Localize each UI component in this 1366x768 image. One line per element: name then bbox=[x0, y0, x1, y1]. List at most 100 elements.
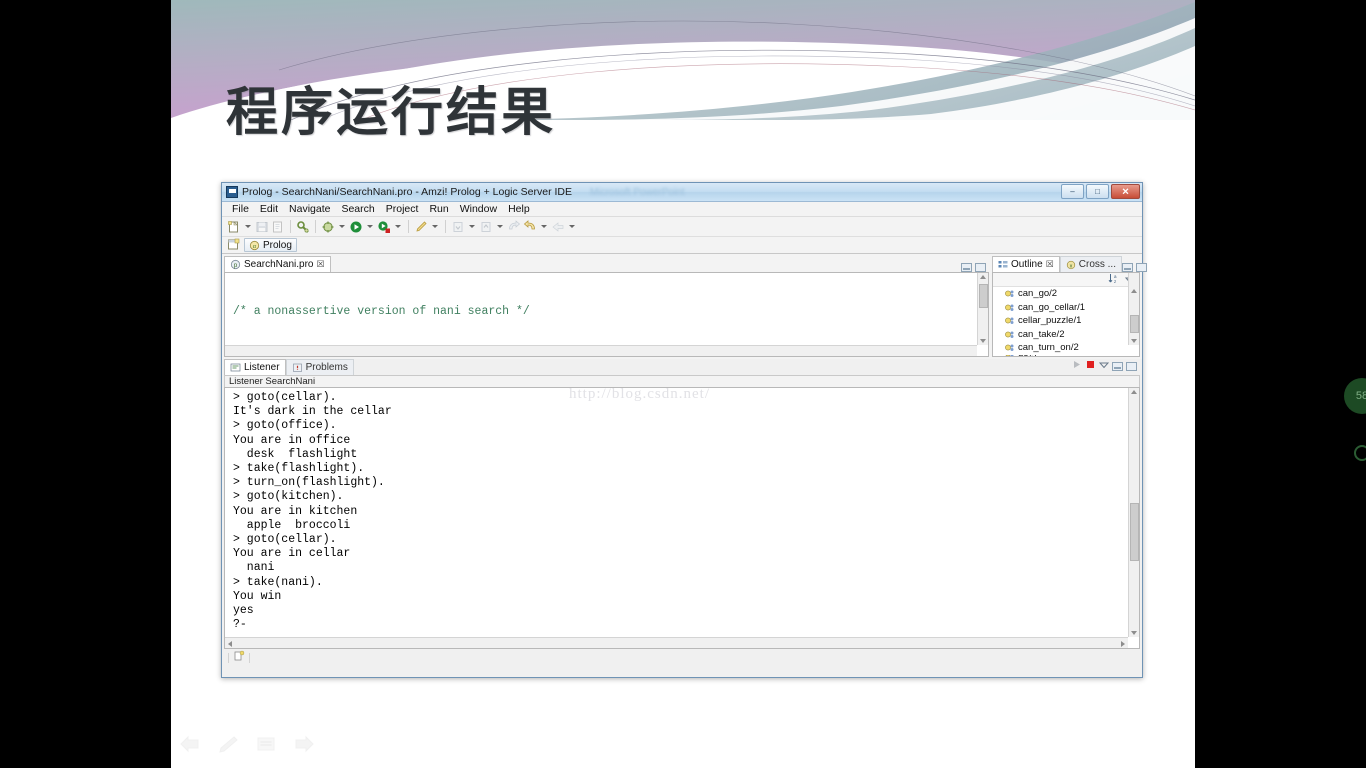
tab-outline[interactable]: Outline ☒ bbox=[992, 256, 1060, 272]
scroll-up-icon[interactable] bbox=[1131, 390, 1137, 394]
last-edit-dropdown-icon[interactable] bbox=[569, 225, 575, 228]
menu-item-run[interactable]: Run bbox=[424, 202, 453, 217]
tab-listener[interactable]: Listener bbox=[224, 359, 286, 375]
app-icon bbox=[226, 186, 238, 198]
scroll-left-icon[interactable] bbox=[228, 641, 232, 647]
editor-vertical-scrollbar[interactable] bbox=[977, 273, 988, 345]
ide-title-bar: Prolog - SearchNani/SearchNani.pro - Amz… bbox=[222, 183, 1142, 202]
last-edit-icon[interactable] bbox=[551, 220, 565, 234]
outline-vertical-scrollbar[interactable] bbox=[1128, 273, 1139, 345]
tab-cross-reference[interactable]: x Cross ... bbox=[1059, 256, 1122, 272]
listener-console-body[interactable]: > goto(cellar). It's dark in the cellar … bbox=[224, 387, 1140, 649]
csdn-badge[interactable]: 58 bbox=[1344, 378, 1366, 414]
quick-fix-icon[interactable] bbox=[414, 220, 428, 234]
scroll-up-icon[interactable] bbox=[1131, 289, 1137, 293]
listener-maximize-icon[interactable] bbox=[1126, 361, 1137, 371]
outline-item[interactable]: can_take/2 bbox=[993, 328, 1139, 342]
perspective-prolog-button[interactable]: α Prolog bbox=[244, 238, 297, 252]
sort-icon[interactable]: az bbox=[1108, 273, 1120, 289]
page-title: 程序运行结果 bbox=[226, 83, 557, 143]
outline-item[interactable]: do/2 bbox=[993, 355, 1139, 356]
previous-slide-button[interactable] bbox=[179, 735, 201, 753]
navigation-dropdown-icon[interactable] bbox=[541, 225, 547, 228]
editor-body[interactable]: /* a nonassertive version of nani search… bbox=[224, 272, 989, 357]
scroll-down-icon[interactable] bbox=[980, 339, 986, 343]
console-vertical-scrollbar[interactable] bbox=[1128, 388, 1139, 637]
previous-annotation-dropdown-icon[interactable] bbox=[497, 225, 503, 228]
tab-outline-close-icon[interactable]: ☒ bbox=[1046, 259, 1054, 270]
outline-toolbar: az bbox=[993, 273, 1139, 287]
scroll-down-icon[interactable] bbox=[1131, 339, 1137, 343]
new-file-dropdown-icon[interactable] bbox=[245, 225, 251, 228]
perspective-bar: α Prolog bbox=[222, 237, 1142, 254]
listener-minimize-icon[interactable] bbox=[1112, 361, 1123, 371]
tab-problems[interactable]: Problems bbox=[285, 359, 354, 375]
maximize-button[interactable]: □ bbox=[1086, 184, 1109, 199]
editor-scroll-thumb[interactable] bbox=[979, 284, 988, 308]
editor-tab-row: p SearchNani.pro ☒ bbox=[224, 256, 989, 272]
slide-menu-button[interactable] bbox=[255, 735, 277, 753]
outline-pane: Outline ☒ x Cross ... az can_go/2 can_go… bbox=[992, 256, 1147, 357]
editor-pane-controls bbox=[961, 263, 989, 272]
slide-stage: 程序运行结果 http://blog.csdn.net/ Prolog - Se… bbox=[171, 0, 1195, 768]
quick-fix-dropdown-icon[interactable] bbox=[432, 225, 438, 228]
outline-item[interactable]: can_go/2 bbox=[993, 287, 1139, 301]
run-dropdown-icon[interactable] bbox=[367, 225, 373, 228]
menu-item-window[interactable]: Window bbox=[455, 202, 502, 217]
editor-tab-label: SearchNani.pro bbox=[244, 259, 314, 270]
scroll-up-icon[interactable] bbox=[980, 275, 986, 279]
run-configuration-dropdown-icon[interactable] bbox=[395, 225, 401, 228]
menu-item-file[interactable]: File bbox=[227, 202, 254, 217]
menu-item-project[interactable]: Project bbox=[381, 202, 424, 217]
console-horizontal-scrollbar[interactable] bbox=[225, 637, 1128, 648]
toolbar-separator bbox=[315, 220, 316, 233]
outline-maximize-icon[interactable] bbox=[1136, 263, 1147, 272]
toolbar-separator bbox=[445, 220, 446, 233]
debug-dropdown-icon[interactable] bbox=[339, 225, 345, 228]
outline-scroll-thumb[interactable] bbox=[1130, 315, 1139, 333]
listener-tab-row: Listener Problems bbox=[224, 359, 1140, 375]
previous-annotation-icon[interactable] bbox=[479, 220, 493, 234]
editor-minimize-icon[interactable] bbox=[961, 263, 972, 272]
debug-icon[interactable] bbox=[321, 220, 335, 234]
build-icon[interactable] bbox=[296, 220, 310, 234]
pen-tool-button[interactable] bbox=[217, 735, 239, 753]
predicate-icon bbox=[1005, 330, 1014, 339]
listener-run-icon[interactable] bbox=[1071, 357, 1082, 375]
menu-item-search[interactable]: Search bbox=[336, 202, 379, 217]
back-navigation-icon[interactable] bbox=[507, 219, 521, 234]
save-all-icon[interactable] bbox=[271, 220, 285, 234]
minimize-button[interactable]: – bbox=[1061, 184, 1084, 199]
csdn-ring-decoration bbox=[1354, 445, 1366, 461]
editor-tab-searchnani[interactable]: p SearchNani.pro ☒ bbox=[224, 256, 331, 272]
next-slide-button[interactable] bbox=[293, 735, 315, 753]
editor-horizontal-scrollbar[interactable] bbox=[225, 345, 977, 356]
run-icon[interactable] bbox=[349, 220, 363, 234]
menu-item-navigate[interactable]: Navigate bbox=[284, 202, 335, 217]
editor-maximize-icon[interactable] bbox=[975, 263, 986, 272]
outline-item[interactable]: cellar_puzzle/1 bbox=[993, 314, 1139, 328]
ghost-title: Microsoft PowerPoint bbox=[590, 186, 685, 198]
next-annotation-icon[interactable] bbox=[451, 220, 465, 234]
new-file-icon[interactable] bbox=[227, 220, 241, 234]
scroll-down-icon[interactable] bbox=[1131, 631, 1137, 635]
outline-minimize-icon[interactable] bbox=[1122, 263, 1133, 272]
listener-stop-icon[interactable] bbox=[1085, 357, 1096, 375]
forward-navigation-icon[interactable] bbox=[523, 219, 537, 234]
listener-view-menu-icon[interactable] bbox=[1098, 357, 1110, 375]
next-annotation-dropdown-icon[interactable] bbox=[469, 225, 475, 228]
outline-item[interactable]: can_turn_on/2 bbox=[993, 341, 1139, 355]
console-scroll-thumb[interactable] bbox=[1130, 503, 1139, 561]
open-perspective-icon[interactable] bbox=[227, 238, 241, 252]
slide-navigation bbox=[179, 735, 315, 753]
save-icon[interactable] bbox=[255, 220, 269, 234]
menu-item-help[interactable]: Help bbox=[503, 202, 535, 217]
editor-tab-close-icon[interactable]: ☒ bbox=[316, 259, 324, 270]
menu-item-edit[interactable]: Edit bbox=[255, 202, 283, 217]
editor-outline-row: p SearchNani.pro ☒ /* a nonassertive ver… bbox=[222, 254, 1147, 359]
run-configuration-icon[interactable] bbox=[377, 220, 391, 234]
scroll-right-icon[interactable] bbox=[1121, 641, 1125, 647]
outline-item[interactable]: can_go_cellar/1 bbox=[993, 301, 1139, 315]
close-button[interactable]: ✕ bbox=[1111, 184, 1140, 199]
cross-reference-icon: x bbox=[1066, 260, 1075, 269]
